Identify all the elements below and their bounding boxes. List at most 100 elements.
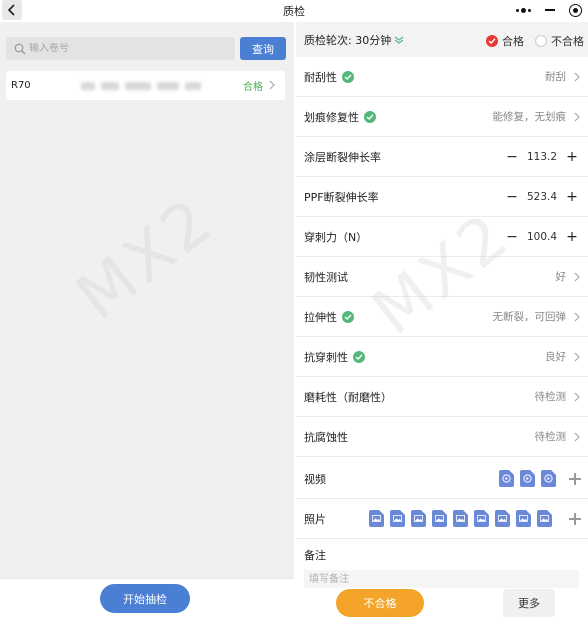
check-circle-icon: [364, 110, 376, 123]
chevron-right-icon: [269, 80, 275, 90]
chevron-right-icon: [574, 352, 580, 362]
row-label: 韧性测试: [304, 270, 348, 284]
chevron-right-icon: [574, 272, 580, 282]
check-circle-icon: [353, 350, 365, 363]
note-input[interactable]: [304, 570, 579, 588]
roll-code: R70: [11, 80, 31, 91]
image-file-icon[interactable]: [369, 510, 384, 527]
row-label: PPF断裂伸长率: [304, 190, 379, 204]
stepper: − 100.4 +: [502, 227, 582, 247]
query-button[interactable]: 查询: [240, 37, 286, 60]
row-puncture-force: 穿刺力（N） − 100.4 +: [296, 217, 588, 257]
stepper-value[interactable]: 113.2: [522, 151, 562, 163]
row-toughness[interactable]: 韧性测试 好: [296, 257, 588, 297]
video-label: 视频: [304, 472, 326, 486]
row-corrosion[interactable]: 抗腐蚀性 待检测: [296, 417, 588, 457]
row-label: 抗腐蚀性: [304, 430, 348, 444]
stepper: − 113.2 +: [502, 147, 582, 167]
image-file-icon[interactable]: [474, 510, 489, 527]
left-panel: 查询 R70 合格 MX2 开始抽检: [0, 22, 294, 620]
chevron-right-icon: [574, 72, 580, 82]
row-scratch-repair[interactable]: 划痕修复性 能修复，无划痕: [296, 97, 588, 137]
page-title: 质检: [283, 5, 305, 18]
note-label: 备注: [304, 549, 326, 562]
row-value: 良好: [545, 351, 566, 363]
check-circle-icon: [342, 310, 354, 323]
add-video-icon[interactable]: [568, 472, 582, 486]
search-input[interactable]: [29, 43, 219, 54]
search-box[interactable]: [6, 37, 235, 60]
fail-button[interactable]: 不合格: [336, 589, 424, 617]
video-row: 视频: [296, 459, 588, 499]
image-file-icon[interactable]: [453, 510, 468, 527]
video-file-icon[interactable]: [541, 470, 556, 487]
photo-label: 照片: [304, 512, 326, 526]
image-file-icon[interactable]: [516, 510, 531, 527]
chevron-right-icon: [574, 312, 580, 322]
chevron-right-icon: [574, 392, 580, 402]
video-file-icon[interactable]: [520, 470, 535, 487]
row-value: 无断裂，可回弹: [492, 311, 567, 323]
double-chevron-down-icon: [394, 36, 404, 44]
right-panel: 质检轮次: 30分钟 合格 不合格 耐刮性 耐刮 划痕修复性 能修复，无划痕 涂…: [296, 22, 588, 620]
inspection-round-bar[interactable]: 质检轮次: 30分钟 合格 不合格: [296, 22, 588, 57]
image-file-icon[interactable]: [411, 510, 426, 527]
row-label: 划痕修复性: [304, 110, 359, 124]
round-label: 质检轮次: 30分钟: [304, 33, 392, 47]
check-circle-icon: [342, 70, 354, 83]
add-photo-icon[interactable]: [568, 512, 582, 526]
stepper-value[interactable]: 100.4: [522, 231, 562, 243]
row-scratch-resistance[interactable]: 耐刮性 耐刮: [296, 57, 588, 97]
list-item[interactable]: R70 合格: [6, 71, 285, 100]
image-file-icon[interactable]: [495, 510, 510, 527]
chevron-right-icon: [574, 432, 580, 442]
increment-button[interactable]: +: [562, 227, 582, 247]
row-label: 抗穿刺性: [304, 350, 348, 364]
row-value: 待检测: [534, 431, 567, 443]
watermark: MX2: [63, 183, 229, 335]
close-target-icon[interactable]: [569, 3, 582, 17]
more-dots-icon[interactable]: [516, 7, 531, 13]
decrement-button[interactable]: −: [502, 187, 522, 207]
increment-button[interactable]: +: [562, 147, 582, 167]
row-value: 待检测: [534, 391, 567, 403]
fail-radio[interactable]: 不合格: [535, 33, 584, 49]
title-bar: 质检: [0, 0, 588, 22]
search-icon: [14, 43, 26, 54]
fail-label: 不合格: [551, 35, 584, 48]
photo-row: 照片: [296, 499, 588, 539]
radio-checked-icon: [486, 35, 498, 47]
status-badge: 合格: [243, 82, 263, 93]
row-label: 涂层断裂伸长率: [304, 150, 381, 164]
left-footer: 开始抽检: [0, 578, 294, 620]
increment-button[interactable]: +: [562, 187, 582, 207]
decrement-button[interactable]: −: [502, 227, 522, 247]
row-puncture-resistance[interactable]: 抗穿刺性 良好: [296, 337, 588, 377]
video-file-icon[interactable]: [499, 470, 514, 487]
stepper-value[interactable]: 523.4: [522, 191, 562, 203]
image-file-icon[interactable]: [537, 510, 552, 527]
decrement-button[interactable]: −: [502, 147, 522, 167]
row-value: 好: [555, 271, 567, 283]
row-value: 耐刮: [545, 71, 566, 83]
pass-label: 合格: [502, 35, 524, 48]
image-file-icon[interactable]: [390, 510, 405, 527]
row-abrasion[interactable]: 磨耗性（耐磨性） 待检测: [296, 377, 588, 417]
row-label: 穿刺力（N）: [304, 230, 368, 244]
minimize-icon[interactable]: [545, 9, 555, 11]
chevron-right-icon: [574, 112, 580, 122]
start-inspection-button[interactable]: 开始抽检: [100, 584, 190, 613]
row-label: 耐刮性: [304, 70, 337, 84]
more-button[interactable]: 更多: [503, 589, 555, 617]
row-label: 磨耗性（耐磨性）: [304, 390, 392, 404]
radio-unchecked-icon: [535, 35, 547, 47]
redacted-info: [81, 82, 201, 90]
pass-radio[interactable]: 合格: [486, 33, 524, 49]
row-value: 能修复，无划痕: [492, 111, 567, 123]
stepper: − 523.4 +: [502, 187, 582, 207]
row-tensile[interactable]: 拉伸性 无断裂，可回弹: [296, 297, 588, 337]
row-label: 拉伸性: [304, 310, 337, 324]
row-ppf-elongation: PPF断裂伸长率 − 523.4 +: [296, 177, 588, 217]
row-coating-elongation: 涂层断裂伸长率 − 113.2 +: [296, 137, 588, 177]
image-file-icon[interactable]: [432, 510, 447, 527]
